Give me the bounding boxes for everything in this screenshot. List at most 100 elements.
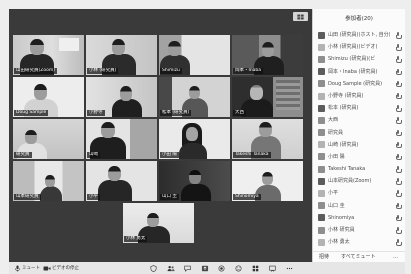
participant-body (181, 184, 211, 201)
participant-item[interactable]: 山崎 (研究員) (313, 139, 405, 151)
video-tile[interactable]: Shimizu (159, 35, 230, 75)
avatar (318, 177, 325, 185)
avatar (318, 31, 325, 39)
participant-head (108, 166, 121, 181)
tile-name-label: 小林 勇太 (124, 236, 148, 242)
video-tile[interactable]: 岡本・Inaba (232, 35, 303, 75)
tile-name-label: 研究員 (14, 152, 32, 158)
panel-footer: 招待 すべてミュート … (313, 251, 405, 262)
video-tile[interactable]: 山本研究員 (13, 161, 84, 201)
video-tile[interactable]: Takeshi Tanaka (232, 119, 303, 159)
participant-item[interactable]: 山本研究員(Zoom) (313, 175, 405, 187)
video-button[interactable]: ビデオの停止 (43, 263, 79, 273)
mic-icon (395, 239, 402, 246)
avatar (318, 202, 325, 210)
participant-head (112, 39, 125, 55)
participant-name: 研究員 (328, 129, 344, 136)
participant-head (45, 175, 55, 187)
video-tile[interactable]: 研究員 (13, 119, 84, 159)
chat-icon (184, 265, 191, 272)
mic-icon (395, 117, 402, 124)
avatar (318, 116, 325, 124)
video-camera-icon (43, 266, 51, 270)
participant-name: 山田 (研究員)(ホスト, 自分) (328, 32, 390, 38)
chat-button[interactable] (183, 264, 192, 272)
participant-name: Shimizu (研究員)(ビ (328, 56, 376, 63)
tile-name-label: 岡本・Inaba (233, 68, 264, 74)
video-tile[interactable]: Doug Sample (13, 77, 84, 117)
apps-button[interactable] (251, 264, 260, 272)
participant-name: 小林 研究員 (328, 227, 355, 233)
video-tile[interactable]: 山崎 (86, 119, 157, 159)
video-tile[interactable]: 山口 圭 (159, 161, 230, 201)
participant-item[interactable]: 小林 勇太 (313, 236, 405, 248)
participant-item[interactable]: 山口 圭 (313, 200, 405, 212)
more-button[interactable]: … (393, 252, 398, 262)
avatar (318, 141, 325, 149)
avatar (318, 92, 325, 100)
mute-button[interactable]: ミュート (14, 263, 40, 273)
mic-icon (395, 80, 402, 88)
mic-icon (395, 44, 402, 51)
grid-icon (297, 14, 304, 19)
participant-item[interactable]: 小野寺 (研究員) (313, 90, 405, 102)
participant-item[interactable]: 小田 陽 (313, 151, 405, 163)
mic-icon (395, 129, 402, 137)
participant-item[interactable]: Shimizu (研究員)(ビ (313, 53, 405, 65)
participant-item[interactable]: 小平 (313, 187, 405, 199)
whiteboard-button[interactable] (268, 264, 277, 272)
tile-name-label: 山田研究員(Zoom) (14, 68, 57, 74)
avatar (318, 68, 325, 76)
video-tile[interactable]: 松本 (研究員) (159, 77, 230, 117)
invite-button[interactable]: 招待 (319, 252, 329, 262)
video-tile[interactable]: 小平 (86, 161, 157, 201)
participants-button[interactable] (166, 264, 175, 272)
share-screen-button[interactable] (200, 264, 209, 272)
participant-head (25, 130, 37, 144)
video-tile[interactable]: 小野寺 (86, 77, 157, 117)
mic-icon (395, 141, 402, 149)
record-button[interactable] (217, 264, 226, 272)
avatar (318, 43, 325, 51)
participant-name: 大西 (328, 117, 339, 124)
video-gallery: 山田研究員(Zoom) 小林 (研究員) Shimizu 岡本・Inaba Do… (9, 9, 312, 262)
more-options-button[interactable] (285, 264, 294, 272)
participant-item[interactable]: Doug Sample (研究員) (313, 78, 405, 90)
video-tile[interactable]: 小林 勇太 (123, 203, 194, 243)
participant-head (34, 84, 47, 100)
participant-head (186, 127, 198, 141)
security-button[interactable] (149, 264, 158, 272)
participant-item[interactable]: 研究員 (313, 127, 405, 139)
participant-item[interactable]: 小林 (研究員)(ビデオ) (313, 41, 405, 53)
mic-icon (395, 56, 402, 63)
mute-all-button[interactable]: すべてミュート (341, 252, 375, 262)
video-tile[interactable]: 小田 陽 (159, 119, 230, 159)
participant-item[interactable]: 松本 (研究員) (313, 102, 405, 114)
participant-head (168, 41, 181, 56)
participant-name: 小林 (研究員)(ビデオ) (328, 44, 378, 51)
video-tile[interactable]: 山田研究員(Zoom) (13, 35, 84, 75)
participant-item[interactable]: 岡本・Inaba (研究員) (313, 66, 405, 78)
tile-name-label: 小林 (研究員) (87, 68, 119, 74)
participant-item[interactable]: Shinomiya (313, 212, 405, 224)
more-icon (286, 267, 293, 269)
mic-icon (395, 105, 402, 112)
participant-item[interactable]: Takeshi Tanaka (313, 163, 405, 175)
reactions-button[interactable] (234, 264, 243, 272)
participant-head (189, 86, 200, 99)
video-tile[interactable]: 小林 (研究員) (86, 35, 157, 75)
background-bookshelf (276, 80, 300, 110)
mic-icon (395, 166, 402, 173)
video-tile[interactable]: 大西 (232, 77, 303, 117)
avatar (318, 226, 325, 234)
view-switch-button[interactable] (293, 12, 308, 21)
avatar (318, 104, 325, 112)
video-tile[interactable]: Shinomiya (232, 161, 303, 201)
participant-item[interactable]: 小林 研究員 (313, 224, 405, 236)
participant-head (120, 86, 132, 101)
participant-item[interactable]: 山田 (研究員)(ホスト, 自分) (313, 29, 405, 41)
avatar (318, 55, 325, 63)
tile-name-label: Doug Sample (14, 110, 49, 116)
tile-name-label: Shimizu (160, 68, 182, 74)
participant-item[interactable]: 大西 (313, 114, 405, 126)
